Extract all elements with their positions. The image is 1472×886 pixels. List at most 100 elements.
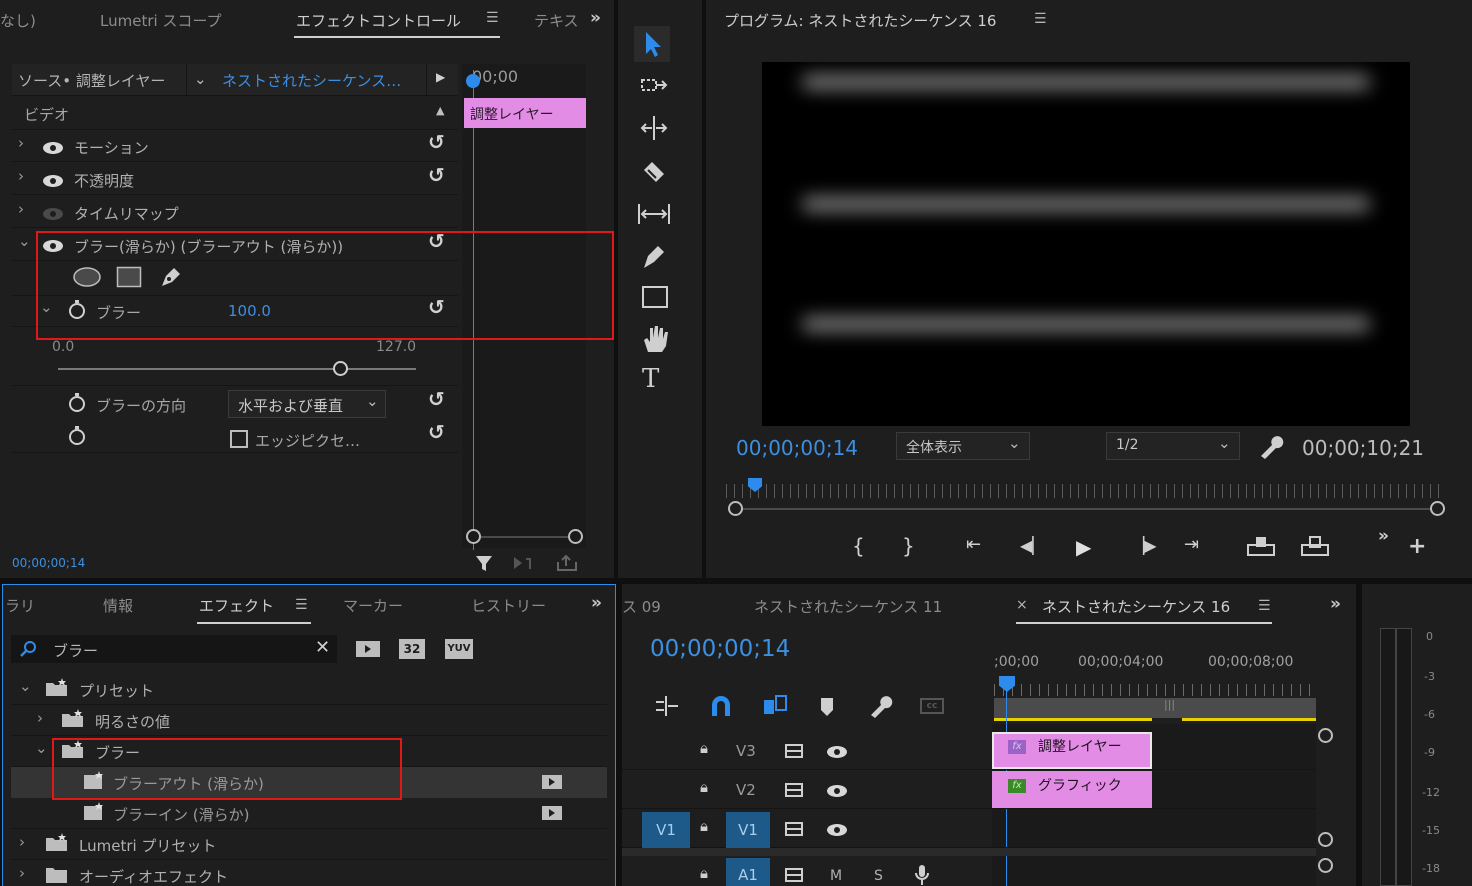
- mark-in-icon[interactable]: {: [852, 534, 865, 558]
- more-tabs-icon[interactable]: »: [591, 593, 602, 613]
- effects-search-input[interactable]: ブラー: [53, 640, 98, 661]
- linked-selection-icon[interactable]: [762, 694, 788, 718]
- close-tab-icon[interactable]: ×: [1016, 597, 1028, 613]
- program-ruler[interactable]: [726, 484, 1446, 498]
- zoom-handle-right[interactable]: [568, 529, 583, 544]
- selection-tool-icon[interactable]: [634, 26, 670, 62]
- work-area-bar[interactable]: [994, 698, 1316, 718]
- captions-icon[interactable]: cc: [920, 698, 944, 714]
- play-audio-icon[interactable]: [512, 555, 534, 573]
- sequence-name-link[interactable]: ネストされたシーケンス…: [222, 70, 401, 91]
- mark-out-icon[interactable]: }: [902, 534, 915, 558]
- razor-tool-icon[interactable]: [638, 158, 674, 186]
- program-monitor-title[interactable]: プログラム: ネストされたシーケンス 16: [724, 10, 996, 31]
- blur-value-input[interactable]: 100.0: [228, 302, 271, 320]
- hand-tool-icon[interactable]: [640, 324, 676, 354]
- reset-icon[interactable]: ↺: [428, 387, 445, 411]
- panel-menu-icon[interactable]: ☰: [295, 597, 308, 613]
- sync-lock-icon[interactable]: [784, 781, 806, 799]
- ripple-edit-tool-icon[interactable]: [638, 114, 674, 142]
- track-target-a1[interactable]: A1: [726, 858, 770, 886]
- edge-pixels-checkbox[interactable]: [230, 430, 248, 448]
- go-to-out-icon[interactable]: ⇥: [1184, 534, 1199, 555]
- scroll-handle-bottom[interactable]: [1318, 832, 1333, 847]
- blur-slider-thumb[interactable]: [332, 361, 348, 376]
- wrench-icon[interactable]: [1258, 434, 1284, 460]
- expand-chevron-icon[interactable]: ›: [18, 200, 24, 218]
- expand-chevron-icon[interactable]: ›: [18, 167, 24, 185]
- nest-sequence-icon[interactable]: [654, 694, 680, 718]
- rectangle-tool-icon[interactable]: [640, 284, 676, 312]
- 32bit-effects-badge[interactable]: 32: [399, 639, 425, 659]
- reset-icon[interactable]: ↺: [428, 163, 445, 187]
- add-marker-icon[interactable]: [818, 696, 838, 718]
- program-video-frame[interactable]: [762, 62, 1410, 426]
- collapse-chevron-icon[interactable]: ⌄: [35, 739, 48, 757]
- stopwatch-icon[interactable]: [68, 393, 86, 413]
- stopwatch-icon[interactable]: [68, 300, 86, 320]
- step-forward-icon[interactable]: ▕▶: [1132, 536, 1157, 555]
- scroll-handle-audio[interactable]: [1318, 858, 1333, 873]
- collapse-chevron-icon[interactable]: ⌄: [19, 677, 32, 695]
- collapse-up-icon[interactable]: ▲: [436, 104, 444, 117]
- expand-chevron-icon[interactable]: ›: [18, 134, 24, 152]
- tab-effects[interactable]: エフェクト: [199, 595, 274, 616]
- tab-effect-controls[interactable]: エフェクトコントロール: [296, 10, 461, 31]
- sync-lock-icon[interactable]: [784, 866, 806, 884]
- lock-icon[interactable]: 🔒︎: [700, 817, 708, 835]
- program-zoom-left[interactable]: [728, 501, 743, 516]
- extract-icon[interactable]: [1300, 535, 1332, 559]
- microphone-icon[interactable]: [914, 864, 930, 886]
- lock-icon[interactable]: 🔒︎: [700, 864, 708, 882]
- mini-playhead-handle[interactable]: [466, 74, 480, 88]
- eye-icon[interactable]: [42, 174, 64, 188]
- expand-chevron-icon[interactable]: ›: [19, 833, 25, 851]
- eye-icon[interactable]: [826, 745, 848, 759]
- eye-icon[interactable]: [42, 141, 64, 155]
- accelerated-effects-icon[interactable]: [355, 639, 381, 659]
- lock-icon[interactable]: 🔒︎: [700, 739, 708, 757]
- blur-slider-track[interactable]: [58, 368, 416, 370]
- timeline-ruler[interactable]: [994, 684, 1314, 696]
- tab-history[interactable]: ヒストリー: [471, 595, 546, 616]
- track-select-tool-icon[interactable]: [638, 74, 674, 98]
- zoom-bar-track[interactable]: [474, 536, 576, 538]
- play-icon[interactable]: ▶: [1076, 535, 1091, 559]
- more-buttons-icon[interactable]: »: [1378, 526, 1389, 546]
- eye-icon[interactable]: [826, 784, 848, 798]
- chevron-down-icon[interactable]: ⌄: [194, 70, 207, 88]
- rectangle-mask-icon[interactable]: [116, 266, 142, 288]
- reset-icon[interactable]: ↺: [428, 130, 445, 154]
- mute-button[interactable]: M: [830, 868, 842, 884]
- program-zoom-right[interactable]: [1430, 501, 1445, 516]
- reset-icon[interactable]: ↺: [428, 420, 445, 444]
- collapse-chevron-icon[interactable]: ⌄: [18, 232, 31, 250]
- more-tabs-icon[interactable]: »: [590, 8, 601, 28]
- tab-library[interactable]: ラリ: [5, 595, 35, 616]
- export-icon[interactable]: [556, 554, 580, 572]
- yuv-effects-badge[interactable]: YUV: [445, 639, 473, 659]
- sync-lock-icon[interactable]: [784, 820, 806, 838]
- panel-menu-icon[interactable]: ☰: [1034, 11, 1047, 27]
- type-tool-icon[interactable]: T: [642, 364, 659, 394]
- go-to-in-icon[interactable]: ⇤: [966, 534, 981, 555]
- eye-icon[interactable]: [42, 239, 64, 253]
- sync-lock-icon[interactable]: [784, 742, 806, 760]
- stopwatch-icon[interactable]: [68, 426, 86, 446]
- lift-icon[interactable]: [1246, 535, 1278, 559]
- pen-mask-icon[interactable]: [158, 264, 184, 290]
- reset-icon[interactable]: ↺: [428, 295, 445, 319]
- mini-playhead[interactable]: [473, 70, 474, 550]
- source-patch-v1[interactable]: V1: [642, 812, 690, 848]
- clear-search-icon[interactable]: ✕: [315, 637, 330, 658]
- ellipse-mask-icon[interactable]: [72, 266, 102, 288]
- play-only-icon[interactable]: ▶: [436, 70, 445, 84]
- track-target-v1[interactable]: V1: [726, 812, 770, 848]
- program-zoom-track[interactable]: [736, 508, 1438, 510]
- snap-magnet-icon[interactable]: [708, 694, 734, 718]
- wrench-icon[interactable]: [868, 694, 894, 718]
- tab-sequence-16[interactable]: ネストされたシーケンス 16: [1042, 596, 1230, 617]
- expand-chevron-icon[interactable]: ›: [19, 864, 25, 882]
- tab-lumetri-scopes[interactable]: Lumetri スコープ: [100, 10, 222, 31]
- lock-icon[interactable]: 🔒︎: [700, 778, 708, 796]
